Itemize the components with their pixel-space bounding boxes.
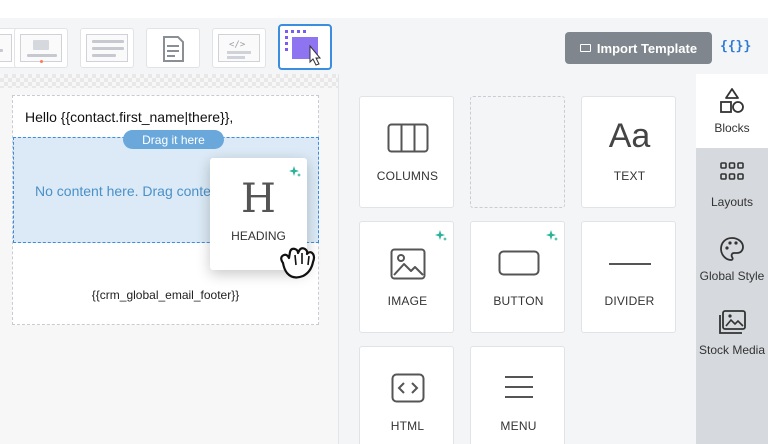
greeting-text[interactable]: Hello {{contact.first_name|there}}, bbox=[25, 109, 233, 125]
layouts-grid-icon bbox=[720, 162, 744, 180]
template-thumbnail[interactable] bbox=[14, 28, 68, 68]
template-thumbnail[interactable] bbox=[146, 28, 200, 68]
block-label: BUTTON bbox=[493, 294, 544, 308]
tab-label: Layouts bbox=[710, 195, 754, 209]
heading-block-label: HEADING bbox=[231, 229, 286, 243]
ai-sparkle-icon bbox=[546, 230, 558, 241]
tab-label: Stock Media bbox=[698, 343, 766, 357]
menu-icon bbox=[504, 376, 533, 398]
tab-global-style[interactable]: Global Style bbox=[696, 222, 768, 296]
block-label: COLUMNS bbox=[376, 169, 439, 183]
tab-label: Global Style bbox=[699, 269, 765, 283]
block-divider[interactable]: DIVIDER bbox=[581, 221, 676, 333]
button-icon bbox=[498, 250, 539, 276]
drop-zone-message: No content here. Drag content bbox=[35, 183, 223, 199]
heading-icon: H bbox=[241, 176, 276, 222]
block-label: TEXT bbox=[613, 169, 646, 183]
merge-tags-button[interactable]: {{}} bbox=[720, 39, 751, 54]
content-blocks-panel: COLUMNS Aa TEXT IMAGE BUTTON DIVIDER HTM… bbox=[338, 74, 696, 444]
palette-icon bbox=[720, 237, 744, 261]
editor-tab-rail: Blocks Layouts Global Style Stock Media bbox=[696, 74, 768, 444]
tab-stock-media[interactable]: Stock Media bbox=[696, 296, 768, 370]
text-icon: Aa bbox=[608, 117, 651, 155]
ai-sparkle-icon bbox=[289, 166, 301, 177]
block-placeholder-slot bbox=[470, 96, 565, 208]
block-button[interactable]: BUTTON bbox=[470, 221, 565, 333]
toolbar-top-strip bbox=[0, 0, 768, 18]
ai-sparkle-icon bbox=[435, 230, 447, 241]
template-thumbnail[interactable]: </> bbox=[212, 28, 266, 68]
block-label: MENU bbox=[500, 419, 537, 433]
import-template-label: Import Template bbox=[596, 40, 698, 56]
tab-label: Blocks bbox=[714, 121, 750, 135]
drag-it-here-indicator: Drag it here bbox=[123, 130, 224, 149]
drag-drop-template-icon bbox=[285, 30, 322, 66]
block-text[interactable]: Aa TEXT bbox=[581, 96, 676, 208]
template-thumbnail-selected[interactable] bbox=[278, 24, 332, 70]
tab-blocks[interactable]: Blocks bbox=[696, 74, 768, 148]
import-template-button[interactable]: Import Template bbox=[565, 32, 712, 64]
image-icon bbox=[390, 248, 425, 280]
footer-merge-tag[interactable]: {{crm_global_email_footer}} bbox=[13, 288, 318, 302]
tab-layouts[interactable]: Layouts bbox=[696, 148, 768, 222]
columns-icon bbox=[387, 123, 428, 153]
blocks-shapes-icon bbox=[720, 88, 744, 113]
canvas-transparency-strip bbox=[0, 74, 338, 88]
grab-hand-cursor-icon bbox=[280, 247, 316, 279]
svg-text:</>: </> bbox=[229, 40, 246, 50]
block-menu[interactable]: MENU bbox=[470, 346, 565, 444]
template-toolbar: </> Import Template {{}} bbox=[0, 0, 768, 74]
block-html[interactable]: HTML bbox=[359, 346, 454, 444]
document-icon bbox=[163, 36, 184, 62]
block-columns[interactable]: COLUMNS bbox=[359, 96, 454, 208]
block-image[interactable]: IMAGE bbox=[359, 221, 454, 333]
code-template-icon: </> bbox=[227, 40, 251, 59]
block-label: HTML bbox=[390, 419, 425, 433]
block-label: DIVIDER bbox=[604, 294, 655, 308]
divider-icon bbox=[608, 263, 651, 265]
stock-media-icon bbox=[719, 310, 746, 334]
block-label: IMAGE bbox=[387, 294, 428, 308]
folder-icon bbox=[579, 44, 591, 52]
template-thumbnail[interactable] bbox=[80, 28, 134, 68]
html-code-icon bbox=[391, 373, 424, 403]
